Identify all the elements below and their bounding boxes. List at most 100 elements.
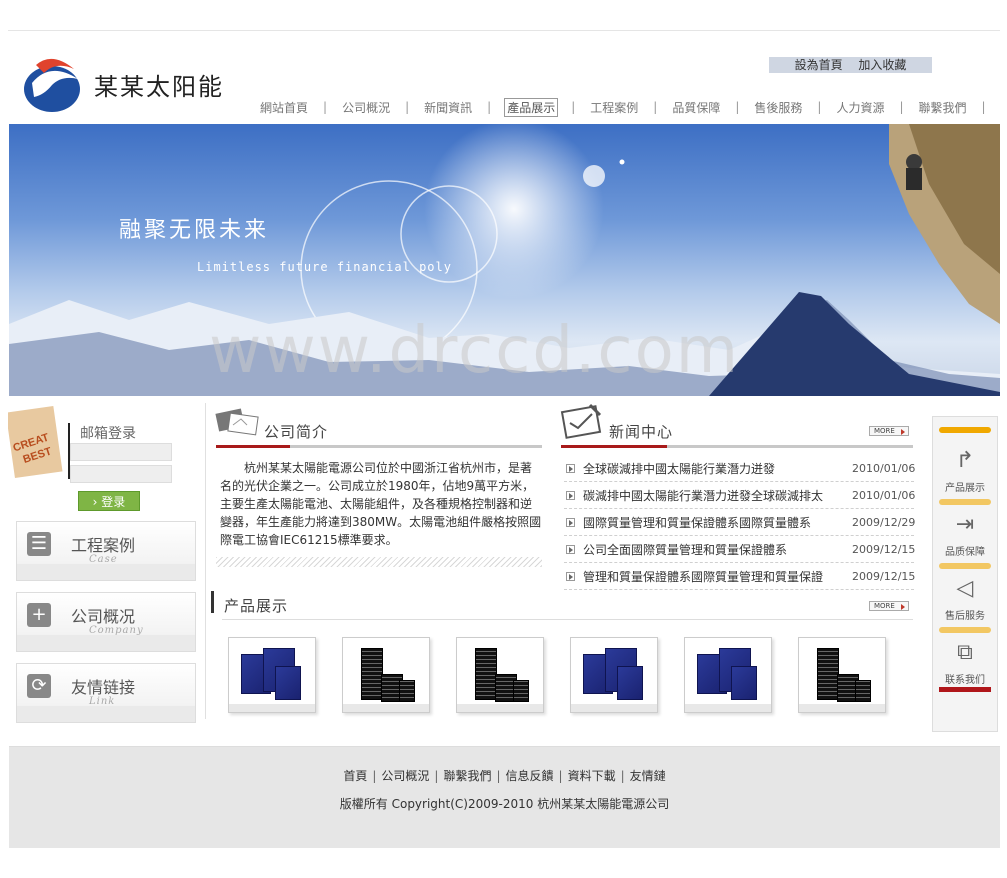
puzzle-icon: ⧉ bbox=[957, 640, 973, 665]
left-divider bbox=[205, 403, 206, 719]
side-card-title: 工程案例 bbox=[71, 536, 136, 555]
side-card-base bbox=[17, 706, 195, 722]
footer-separator: | bbox=[434, 769, 439, 783]
footer-link[interactable]: 公司概況 bbox=[381, 769, 429, 783]
news-header: 新闻中心 bbox=[609, 421, 809, 457]
product-floor bbox=[343, 704, 429, 712]
products-more-button[interactable]: MORE bbox=[869, 601, 909, 611]
news-title: 新闻中心 bbox=[609, 423, 674, 441]
solar-panel-image bbox=[241, 648, 303, 702]
product-thumb[interactable] bbox=[798, 637, 886, 713]
arrow-right-icon: ↱ bbox=[955, 448, 975, 473]
news-item[interactable]: 碳減排中國太陽能行業潛力迸發全球碳減排太 2010/01/06 bbox=[564, 482, 915, 509]
login-button[interactable]: › 登录 bbox=[78, 491, 140, 511]
products-underline bbox=[222, 619, 913, 620]
creat-best-badge: CREAT BEST bbox=[8, 405, 63, 479]
bullet-arrow-icon bbox=[566, 490, 575, 500]
add-bookmark-link[interactable]: 加入收藏 bbox=[858, 58, 906, 72]
nav-separator: | bbox=[405, 100, 410, 114]
password-input[interactable] bbox=[70, 465, 172, 483]
footer-separator: | bbox=[558, 769, 563, 783]
news-item-date: 2009/12/29 bbox=[852, 515, 916, 529]
nav-item-9[interactable]: 聯繫我們 bbox=[917, 99, 969, 116]
about-underline bbox=[216, 445, 542, 448]
footer: 首頁 | 公司概況 | 聯繫我們 | 信息反饋 | 資料下載 | 友情鏈 版權所有 Copyrigh… bbox=[9, 746, 1000, 848]
footer-separator: | bbox=[496, 769, 501, 783]
footer-link[interactable]: 資料下載 bbox=[568, 769, 616, 783]
footer-link[interactable]: 聯繫我們 bbox=[443, 769, 491, 783]
about-hatch bbox=[216, 557, 542, 567]
news-icon bbox=[560, 403, 602, 439]
hero-banner: 融聚无限未来 Limitless future financial poly w… bbox=[9, 124, 1000, 396]
service-bottom-bar bbox=[939, 687, 991, 692]
side-card-base bbox=[17, 635, 195, 651]
product-thumb[interactable] bbox=[342, 637, 430, 713]
email-login-box: CREAT BEST 邮箱登录 › 登录 bbox=[8, 401, 204, 513]
bullet-arrow-icon bbox=[566, 463, 575, 473]
news-item-title: 碳減排中國太陽能行業潛力迸發全球碳減排太 bbox=[583, 488, 824, 503]
solar-panel-image bbox=[583, 648, 645, 702]
news-item[interactable]: 公司全面國際質量管理和質量保證體系 2009/12/15 bbox=[564, 536, 915, 563]
solar-panel-image bbox=[469, 648, 531, 702]
footer-link[interactable]: 信息反饋 bbox=[506, 769, 554, 783]
news-item[interactable]: 國際質量管理和質量保證體系國際質量體系 2009/12/29 bbox=[564, 509, 916, 536]
footer-separator: | bbox=[620, 769, 625, 783]
footer-link[interactable]: 首頁 bbox=[343, 769, 367, 783]
logo[interactable]: 某某太阳能 bbox=[22, 53, 242, 115]
side-card-3[interactable]: ⟳ 友情链接 Link bbox=[16, 663, 196, 723]
nav-separator: | bbox=[981, 100, 986, 114]
nav-item-6[interactable]: 品質保障 bbox=[670, 99, 722, 116]
nav-separator: | bbox=[653, 100, 658, 114]
product-thumb[interactable] bbox=[228, 637, 316, 713]
product-thumb[interactable] bbox=[684, 637, 772, 713]
nav-item-4[interactable]: 產品展示 bbox=[504, 97, 559, 117]
refresh-icon: ⟳ bbox=[27, 674, 51, 698]
nav-item-5[interactable]: 工程案例 bbox=[588, 99, 640, 116]
news-item[interactable]: 全球碳減排中國太陽能行業潛力迸發 2010/01/06 bbox=[564, 455, 915, 482]
nav-item-7[interactable]: 售後服務 bbox=[752, 99, 804, 116]
about-header: 公司简介 bbox=[264, 421, 544, 457]
service-item-label: 品质保障 bbox=[945, 547, 985, 558]
side-card-subtitle: Link bbox=[89, 696, 116, 707]
service-item-1[interactable]: ↱ 产品展示 bbox=[933, 439, 997, 501]
side-card-title: 公司概况 bbox=[71, 607, 136, 626]
news-more-button[interactable]: MORE bbox=[869, 426, 909, 436]
service-item-3[interactable]: ◁ 售后服务 bbox=[933, 567, 997, 629]
login-title: 邮箱登录 bbox=[80, 426, 136, 442]
side-card-base bbox=[17, 564, 195, 580]
service-item-label: 售后服务 bbox=[945, 611, 985, 622]
login-icon: ⇥ bbox=[955, 512, 975, 537]
service-item-2[interactable]: ⇥ 品质保障 bbox=[933, 503, 997, 565]
brand-name: 某某太阳能 bbox=[94, 73, 224, 101]
top-links: 設為首頁 加入收藏 bbox=[769, 57, 932, 73]
banner-slogan-en: Limitless future financial poly bbox=[197, 260, 452, 274]
news-list: 全球碳減排中國太陽能行業潛力迸發 2010/01/06 碳減排中國太陽能行業潛力迸發… bbox=[564, 455, 916, 590]
product-floor bbox=[685, 704, 771, 712]
send-icon: ◁ bbox=[956, 576, 974, 601]
nav-item-2[interactable]: 公司概況 bbox=[340, 99, 392, 116]
product-gallery bbox=[228, 637, 888, 713]
side-card-1[interactable]: ☰ 工程案例 Case bbox=[16, 521, 196, 581]
footer-links: 首頁 | 公司概況 | 聯繫我們 | 信息反饋 | 資料下載 | 友情鏈 bbox=[9, 767, 1000, 784]
nav-item-3[interactable]: 新聞資訊 bbox=[422, 99, 474, 116]
product-thumb[interactable] bbox=[570, 637, 658, 713]
products-header-bar bbox=[211, 591, 214, 613]
products-title: 产品展示 bbox=[224, 597, 289, 615]
logo-mark-icon bbox=[24, 58, 80, 112]
set-homepage-link[interactable]: 設為首頁 bbox=[795, 58, 843, 72]
page-frame: 某某太阳能 設為首頁 加入收藏 網站首頁 | 公司概況 | 新聞資訊 | 產品展示 | 工程案例… bbox=[8, 30, 1000, 878]
service-item-4[interactable]: ⧉ 联系我们 bbox=[933, 631, 997, 693]
footer-link[interactable]: 友情鏈 bbox=[630, 769, 666, 783]
nav-item-8[interactable]: 人力資源 bbox=[834, 99, 886, 116]
side-card-2[interactable]: + 公司概况 Company bbox=[16, 592, 196, 652]
username-input[interactable] bbox=[70, 443, 172, 461]
news-item-title: 國際質量管理和質量保證體系國際質量體系 bbox=[583, 515, 812, 530]
service-sidebar: ↱ 产品展示 ⇥ 品质保障 ◁ 售后服务 ⧉ 联系我们 bbox=[932, 416, 998, 732]
nav-item-1[interactable]: 網站首頁 bbox=[258, 99, 310, 116]
nav-separator: | bbox=[571, 100, 576, 114]
product-thumb[interactable] bbox=[456, 637, 544, 713]
news-item[interactable]: 管理和質量保證體系國際質量管理和質量保證 2009/12/15 bbox=[564, 563, 915, 590]
nav-separator: | bbox=[487, 100, 492, 114]
news-underline bbox=[561, 445, 913, 448]
copyright: 版權所有 Copyright(C)2009-2010 杭州某某太陽能電源公司 bbox=[339, 797, 670, 811]
